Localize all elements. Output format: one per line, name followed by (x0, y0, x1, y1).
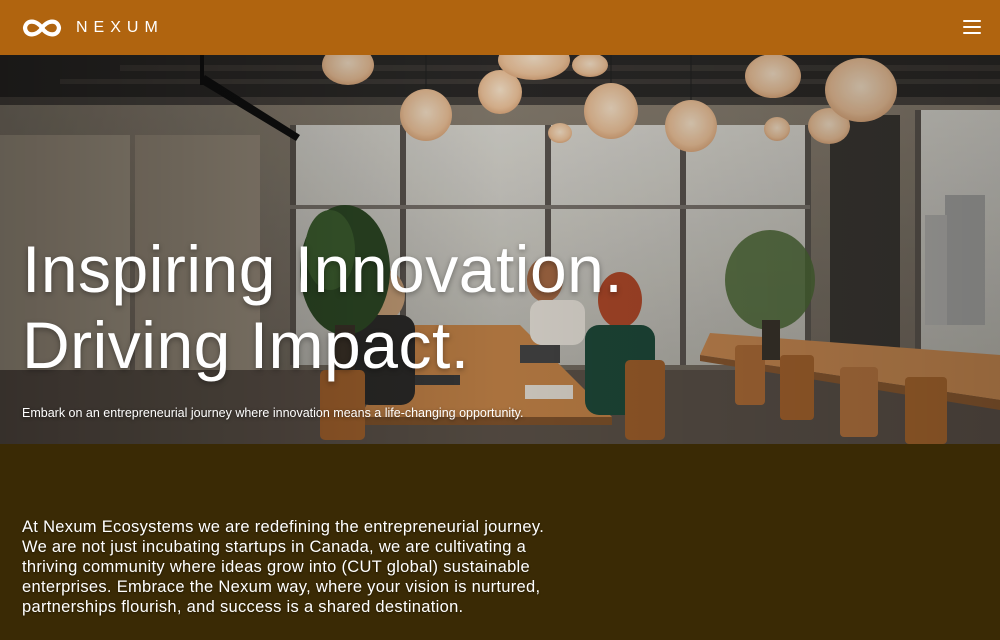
about-paragraph: At Nexum Ecosystems we are redefining th… (22, 518, 545, 616)
hero-title: Inspiring Innovation. Driving Impact. (22, 231, 623, 383)
hero-title-line-2: Driving Impact. (22, 308, 470, 382)
brand-name: NEXUM (76, 18, 164, 36)
about-section: At Nexum Ecosystems we are redefining th… (0, 444, 1000, 640)
page: NEXUM Inspiring Innovation. Driving Impa… (0, 0, 1000, 640)
infinity-logo-icon (22, 19, 62, 36)
hamburger-menu-button[interactable] (963, 19, 981, 35)
hamburger-menu-icon-line (963, 20, 981, 22)
hamburger-menu-icon-line (963, 32, 981, 34)
hero-title-line-1: Inspiring Innovation. (22, 232, 624, 306)
hero-section: Inspiring Innovation. Driving Impact. Em… (0, 55, 1000, 444)
top-navigation-bar: NEXUM (0, 0, 1000, 55)
brand-home-link[interactable]: NEXUM (22, 16, 164, 40)
hamburger-menu-icon-line (963, 26, 981, 28)
hero-subtitle: Embark on an entrepreneurial journey whe… (22, 406, 524, 420)
